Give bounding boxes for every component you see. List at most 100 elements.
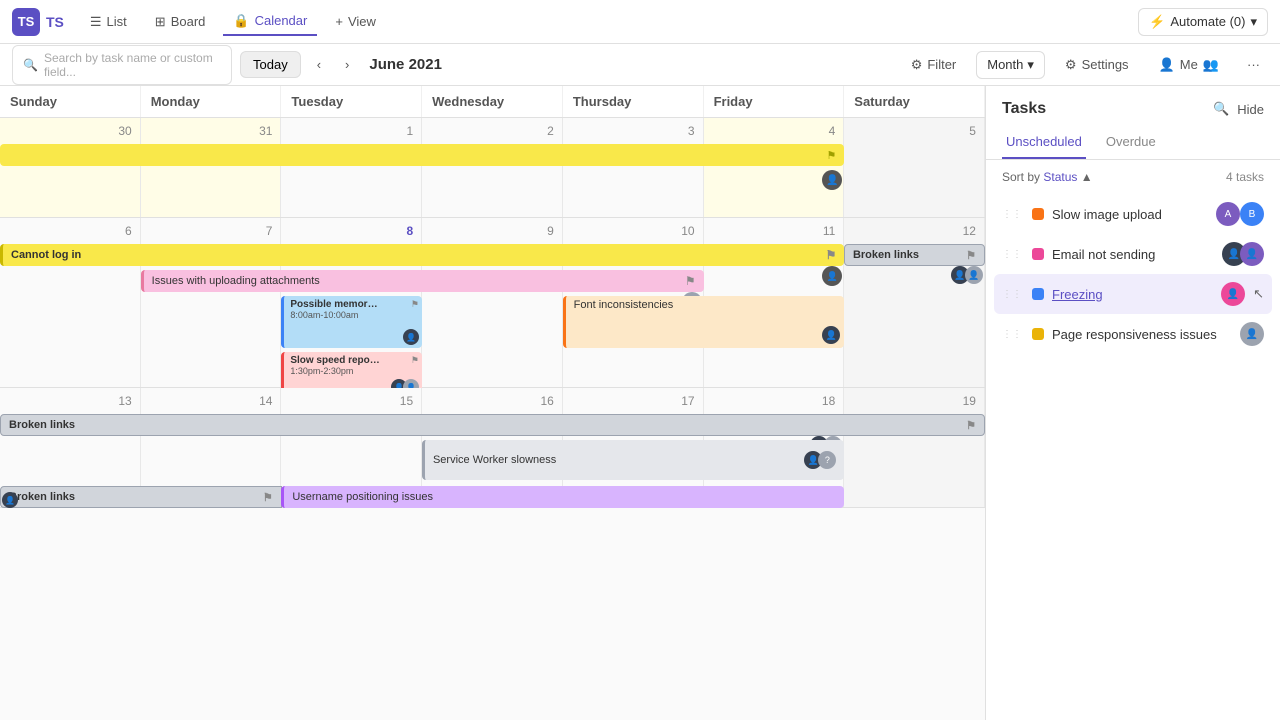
flag-icon: ⚑ — [826, 149, 836, 162]
month-button[interactable]: Month ▾ — [976, 51, 1045, 79]
day-num-15: 15 — [285, 392, 417, 412]
event-title: Possible memor… — [290, 299, 416, 310]
event-avatars: 👤 — [403, 329, 419, 345]
settings-button[interactable]: ⚙ Settings — [1055, 52, 1139, 78]
flag-icon: ⚑ — [411, 355, 419, 366]
task-item-1[interactable]: ⋮⋮ Email not sending 👤 👤 — [994, 234, 1272, 274]
av-bl-2: 👤 — [965, 266, 983, 284]
day-cell-2: 2 — [422, 118, 563, 217]
nav-calendar[interactable]: 🔒 Calendar — [223, 8, 317, 36]
flag-icon: ⚑ — [966, 249, 976, 262]
cannot-log-in-event-week0[interactable]: ⚑ — [0, 144, 844, 166]
week-row-2: 13 14 15 16 17 18 — [0, 388, 985, 508]
event-name: Service Worker slowness — [433, 454, 556, 466]
nav-list-label: List — [107, 14, 127, 29]
me-button[interactable]: 👤 Me 👥 — [1149, 52, 1229, 78]
sort-status-link[interactable]: Status — [1043, 170, 1077, 184]
day-num-9: 9 — [426, 222, 558, 242]
today-button[interactable]: Today — [240, 51, 301, 78]
day-header-monday: Monday — [141, 86, 282, 117]
day-num-16: 16 — [426, 392, 558, 412]
board-icon: ⊞ — [155, 14, 166, 30]
flag-icon: ⚑ — [685, 274, 696, 288]
week-row-0: 30 31 1 2 3 4 — [0, 118, 985, 218]
event-time: 8:00am-10:00am — [290, 310, 416, 320]
me-label: Me — [1180, 57, 1198, 72]
day-num-12: 12 — [848, 222, 980, 242]
search-box[interactable]: 🔍 Search by task name or custom field... — [12, 45, 232, 85]
nav-calendar-label: Calendar — [255, 13, 308, 28]
automate-button[interactable]: ⚡ Automate (0) ▾ — [1138, 8, 1268, 36]
day-num-6: 6 — [4, 222, 136, 242]
filter-label: Filter — [927, 57, 956, 72]
task-name-0: Slow image upload — [1052, 207, 1208, 222]
event-name: Broken links — [9, 419, 75, 431]
task-item-2[interactable]: ⋮⋮ Freezing 👤 ↖ — [994, 274, 1272, 314]
day-cell-19: 19 — [844, 388, 985, 507]
search-icon-tasks[interactable]: 🔍 — [1213, 101, 1229, 117]
task-item-3[interactable]: ⋮⋮ Page responsiveness issues 👤 — [994, 314, 1272, 354]
day-header-wednesday: Wednesday — [422, 86, 563, 117]
username-positioning-event[interactable]: Username positioning issues — [281, 486, 844, 508]
task-avatars-1: 👤 👤 — [1222, 242, 1264, 266]
day-num-14: 14 — [145, 392, 277, 412]
next-month-button[interactable]: › — [337, 52, 357, 77]
drag-handle-1: ⋮⋮ — [1002, 249, 1022, 260]
tab-unscheduled[interactable]: Unscheduled — [1002, 126, 1086, 159]
broken-links-sat-event[interactable]: Broken links ⚑ — [844, 244, 985, 266]
nav-list[interactable]: ☰ List — [80, 9, 137, 35]
chevron-down-icon: ▾ — [1027, 57, 1034, 73]
task-item-0[interactable]: ⋮⋮ Slow image upload A B — [994, 194, 1272, 234]
tab-overdue[interactable]: Overdue — [1102, 126, 1160, 159]
day-num-11: 11 — [708, 222, 840, 242]
day-num-2: 2 — [426, 122, 558, 142]
top-nav: TS TS ☰ List ⊞ Board 🔒 Calendar + View ⚡… — [0, 0, 1280, 44]
possible-memory-event[interactable]: Possible memor… 8:00am-10:00am 👤 ⚑ — [281, 296, 422, 348]
event-name: Broken links — [9, 491, 75, 503]
event-name: Font inconsistencies — [574, 299, 837, 311]
app-name: TS — [46, 14, 64, 30]
avatar-font: 👤 — [822, 326, 840, 344]
filter-button[interactable]: ⚙ Filter — [901, 52, 967, 78]
more-button[interactable]: ··· — [1239, 52, 1268, 77]
event-name: Cannot log in — [11, 249, 81, 261]
broken-links-bottom[interactable]: Broken links ⚑ — [0, 486, 282, 508]
task-list: ⋮⋮ Slow image upload A B ⋮⋮ Email not se… — [986, 194, 1280, 720]
day-num-1: 1 — [285, 122, 417, 142]
week-row-1: 6 7 8 9 10 11 — [0, 218, 985, 388]
tasks-header: Tasks 🔍 Hide — [986, 86, 1280, 126]
day-num-18: 18 — [708, 392, 840, 412]
cannot-log-in-event-week1[interactable]: Cannot log in ⚑ — [0, 244, 844, 266]
flag-icon: ⚑ — [966, 419, 976, 432]
day-header-saturday: Saturday — [844, 86, 985, 117]
event-name: Username positioning issues — [292, 491, 433, 503]
task-status-dot-2 — [1032, 288, 1044, 300]
group-icon: 👥 — [1203, 57, 1219, 73]
day-cell-31: 31 — [141, 118, 282, 217]
drag-handle-3: ⋮⋮ — [1002, 329, 1022, 340]
toolbar-right: ⚙ Filter Month ▾ ⚙ Settings 👤 Me 👥 ··· — [901, 51, 1268, 79]
font-inconsistencies-event[interactable]: Font inconsistencies 👤 — [563, 296, 845, 348]
day-header-friday: Friday — [704, 86, 845, 117]
day-header-thursday: Thursday — [563, 86, 704, 117]
day-num-10: 10 — [567, 222, 699, 242]
day-headers: Sunday Monday Tuesday Wednesday Thursday… — [0, 86, 985, 118]
event-name: Broken links — [853, 249, 919, 261]
broken-links-week2[interactable]: Broken links ⚑ — [0, 414, 985, 436]
issues-uploading-event[interactable]: Issues with uploading attachments ⚑ — [141, 270, 704, 292]
day-num-30: 30 — [4, 122, 136, 142]
plus-icon: + — [335, 14, 343, 29]
settings-label: Settings — [1082, 57, 1129, 72]
prev-month-button[interactable]: ‹ — [309, 52, 329, 77]
task-status-dot-3 — [1032, 328, 1044, 340]
week-grid-0: 30 31 1 2 3 4 — [0, 118, 985, 218]
task-name-2: Freezing — [1052, 287, 1213, 302]
nav-view[interactable]: + View — [325, 9, 386, 34]
nav-board[interactable]: ⊞ Board — [145, 9, 216, 35]
app-logo-icon: TS — [12, 8, 40, 36]
day-cell-1: 1 — [281, 118, 422, 217]
hide-button[interactable]: Hide — [1237, 102, 1264, 117]
lock-icon: ⚑ — [411, 299, 419, 310]
service-worker-event[interactable]: Service Worker slowness 👤 ? — [422, 440, 844, 480]
day-num-17: 17 — [567, 392, 699, 412]
